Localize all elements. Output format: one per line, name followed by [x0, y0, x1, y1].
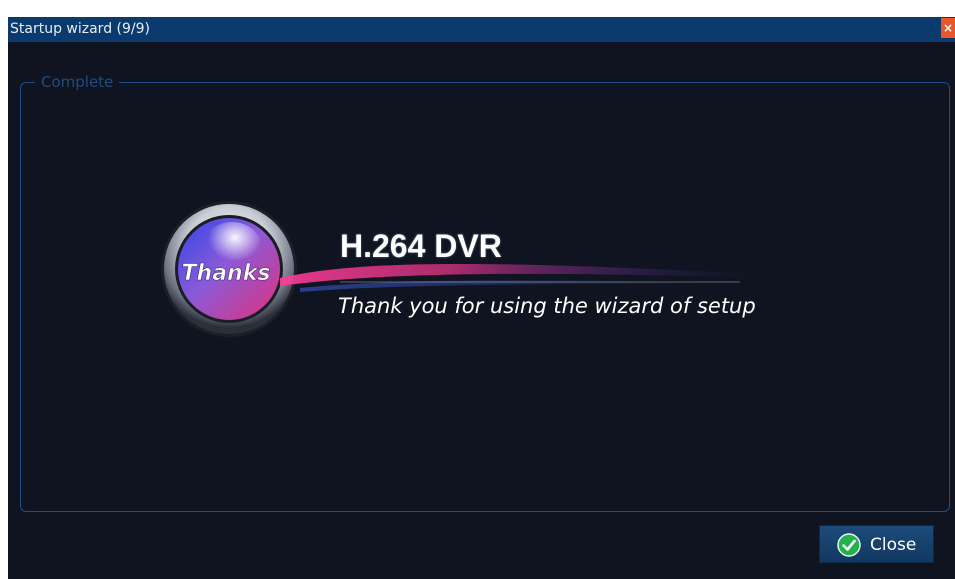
window-title: Startup wizard (9/9)	[10, 21, 150, 37]
wizard-window: Startup wizard (9/9) × Complete Thanks H…	[0, 0, 955, 579]
close-button-label: Close	[870, 535, 917, 555]
close-window-icon[interactable]: ×	[941, 18, 955, 38]
product-title: H.264 DVR	[340, 228, 502, 264]
thank-you-message: Thank you for using the wizard of setup	[338, 294, 756, 318]
group-legend: Complete	[35, 73, 120, 91]
wizard-body: Complete Thanks H.264 DVR Thank you for …	[8, 42, 955, 579]
check-circle-icon	[837, 533, 861, 557]
title-bar: Startup wizard (9/9) ×	[8, 17, 955, 42]
close-button[interactable]: Close	[819, 525, 934, 563]
thanks-badge-icon: Thanks	[161, 201, 297, 337]
badge-text: Thanks	[182, 261, 271, 286]
